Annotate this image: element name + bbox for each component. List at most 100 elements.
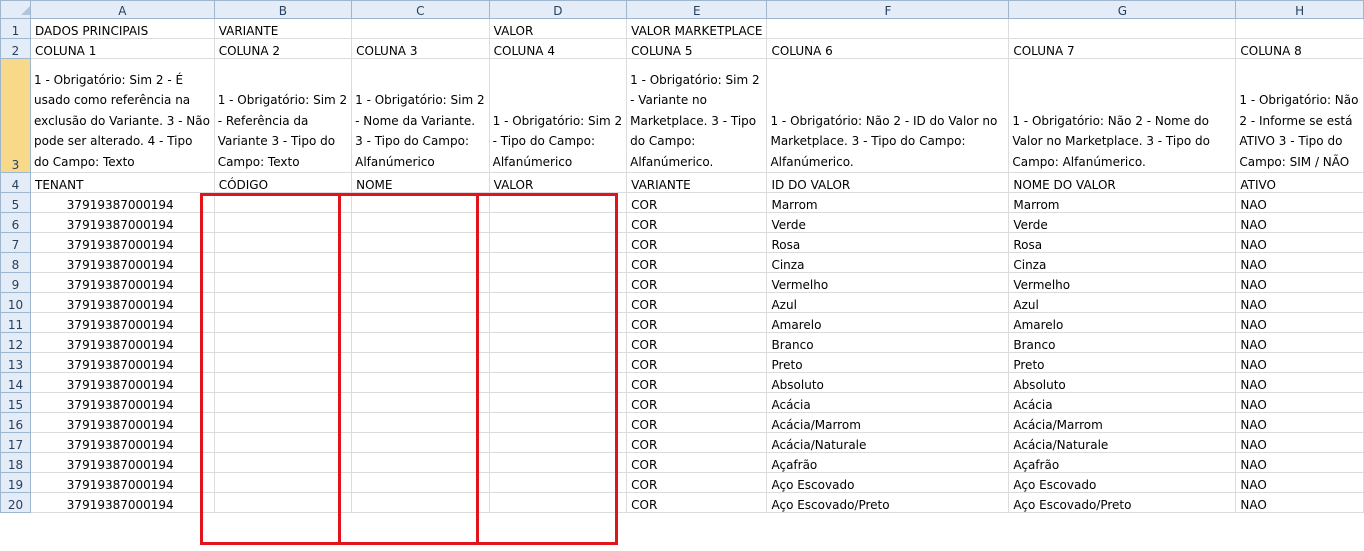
cell-tenant[interactable]: 37919387000194 xyxy=(30,412,215,433)
cell-nome-do-valor[interactable]: Açafrão xyxy=(1008,452,1237,473)
cell-nome[interactable] xyxy=(351,212,490,233)
cell-ativo[interactable]: NAO xyxy=(1235,432,1364,453)
cell-g2[interactable]: COLUNA 7 xyxy=(1008,38,1237,59)
cell-nome[interactable] xyxy=(351,412,490,433)
cell-codigo[interactable] xyxy=(213,432,353,453)
cell-f1[interactable] xyxy=(766,18,1010,39)
cell-tenant[interactable]: 37919387000194 xyxy=(30,452,215,473)
cell-valor[interactable] xyxy=(488,412,628,433)
cell-id-do-valor[interactable]: Azul xyxy=(766,292,1010,313)
cell-ativo[interactable]: NAO xyxy=(1235,332,1364,353)
cell-ativo[interactable]: NAO xyxy=(1235,352,1364,373)
cell-e1[interactable]: VALOR MARKETPLACE xyxy=(626,18,768,39)
cell-variante[interactable]: COR xyxy=(626,472,768,493)
row-header[interactable]: 1 xyxy=(0,18,31,39)
row-header[interactable]: 5 xyxy=(0,192,31,213)
cell-f3[interactable]: 1 - Obrigatório: Não 2 - ID do Valor no … xyxy=(766,58,1010,173)
cell-nome-do-valor[interactable]: Preto xyxy=(1008,352,1237,373)
cell-a1[interactable]: DADOS PRINCIPAIS xyxy=(30,18,215,39)
cell-variante[interactable]: COR xyxy=(626,252,768,273)
cell-id-do-valor[interactable]: Amarelo xyxy=(766,312,1010,333)
cell-nome-do-valor[interactable]: Amarelo xyxy=(1008,312,1237,333)
cell-tenant[interactable]: 37919387000194 xyxy=(30,252,215,273)
cell-tenant[interactable]: 37919387000194 xyxy=(30,392,215,413)
cell-id-do-valor[interactable]: Acácia xyxy=(766,392,1010,413)
row-header[interactable]: 6 xyxy=(0,212,31,233)
row-header[interactable]: 8 xyxy=(0,252,31,273)
cell-b3[interactable]: 1 - Obrigatório: Sim 2 - Referência da V… xyxy=(213,58,353,173)
cell-nome[interactable] xyxy=(351,332,490,353)
cell-c1[interactable] xyxy=(351,18,490,39)
cell-variante[interactable]: COR xyxy=(626,452,768,473)
row-header[interactable]: 2 xyxy=(0,38,31,59)
cell-tenant[interactable]: 37919387000194 xyxy=(30,332,215,353)
cell-valor[interactable] xyxy=(488,352,628,373)
column-header-d[interactable]: D xyxy=(488,0,628,19)
cell-valor[interactable] xyxy=(488,392,628,413)
cell-codigo[interactable] xyxy=(213,252,353,273)
cell-variante[interactable]: COR xyxy=(626,352,768,373)
column-header-e[interactable]: E xyxy=(626,0,768,19)
column-header-a[interactable]: A xyxy=(30,0,215,19)
cell-variante[interactable]: COR xyxy=(626,232,768,253)
cell-valor[interactable] xyxy=(488,292,628,313)
cell-h1[interactable] xyxy=(1235,18,1364,39)
cell-nome[interactable] xyxy=(351,312,490,333)
cell-ativo[interactable]: NAO xyxy=(1235,472,1364,493)
cell-variante[interactable]: COR xyxy=(626,212,768,233)
column-header-g[interactable]: G xyxy=(1008,0,1237,19)
cell-variante[interactable]: COR xyxy=(626,292,768,313)
row-header[interactable]: 16 xyxy=(0,412,31,433)
cell-codigo[interactable] xyxy=(213,372,353,393)
row-header[interactable]: 17 xyxy=(0,432,31,453)
cell-codigo[interactable] xyxy=(213,332,353,353)
cell-codigo[interactable] xyxy=(213,452,353,473)
cell-valor[interactable] xyxy=(488,492,628,513)
cell-codigo[interactable] xyxy=(213,192,353,213)
column-header-h[interactable]: H xyxy=(1235,0,1364,19)
cell-id-do-valor[interactable]: Acácia/Marrom xyxy=(766,412,1010,433)
cell-codigo[interactable] xyxy=(213,352,353,373)
cell-tenant[interactable]: 37919387000194 xyxy=(30,212,215,233)
cell-valor[interactable] xyxy=(488,312,628,333)
cell-nome-do-valor[interactable]: Acácia/Naturale xyxy=(1008,432,1237,453)
cell-valor[interactable] xyxy=(488,232,628,253)
cell-nome-do-valor[interactable]: Cinza xyxy=(1008,252,1237,273)
cell-variante[interactable]: COR xyxy=(626,492,768,513)
cell-a2[interactable]: COLUNA 1 xyxy=(30,38,215,59)
cell-nome-do-valor[interactable]: Verde xyxy=(1008,212,1237,233)
row-header[interactable]: 15 xyxy=(0,392,31,413)
cell-c3[interactable]: 1 - Obrigatório: Sim 2 - Nome da Variant… xyxy=(351,58,490,173)
cell-ativo[interactable]: NAO xyxy=(1235,312,1364,333)
cell-nome[interactable] xyxy=(351,272,490,293)
cell-ativo[interactable]: NAO xyxy=(1235,412,1364,433)
cell-tenant[interactable]: 37919387000194 xyxy=(30,492,215,513)
cell-variante[interactable]: COR xyxy=(626,392,768,413)
cell-variante[interactable]: COR xyxy=(626,272,768,293)
cell-nome[interactable] xyxy=(351,452,490,473)
cell-id-do-valor[interactable]: Acácia/Naturale xyxy=(766,432,1010,453)
cell-h2[interactable]: COLUNA 8 xyxy=(1235,38,1364,59)
cell-ativo[interactable]: NAO xyxy=(1235,192,1364,213)
cell-d3[interactable]: 1 - Obrigatório: Sim 2 - Tipo do Campo: … xyxy=(488,58,628,173)
cell-tenant[interactable]: 37919387000194 xyxy=(30,272,215,293)
cell-nome-do-valor[interactable]: Aço Escovado/Preto xyxy=(1008,492,1237,513)
cell-nome-do-valor[interactable]: Marrom xyxy=(1008,192,1237,213)
cell-nome-do-valor[interactable]: Vermelho xyxy=(1008,272,1237,293)
cell-valor[interactable] xyxy=(488,272,628,293)
cell-id-do-valor[interactable]: Branco xyxy=(766,332,1010,353)
cell-d1[interactable]: VALOR xyxy=(488,18,628,39)
cell-variante[interactable]: COR xyxy=(626,332,768,353)
cell-codigo[interactable] xyxy=(213,272,353,293)
cell-codigo[interactable] xyxy=(213,312,353,333)
cell-ativo[interactable]: NAO xyxy=(1235,272,1364,293)
cell-codigo[interactable] xyxy=(213,232,353,253)
cell-e4[interactable]: VARIANTE xyxy=(626,172,768,193)
cell-id-do-valor[interactable]: Aço Escovado/Preto xyxy=(766,492,1010,513)
cell-f4[interactable]: ID DO VALOR xyxy=(766,172,1010,193)
row-header[interactable]: 18 xyxy=(0,452,31,473)
row-header[interactable]: 14 xyxy=(0,372,31,393)
cell-nome[interactable] xyxy=(351,192,490,213)
cell-codigo[interactable] xyxy=(213,212,353,233)
cell-tenant[interactable]: 37919387000194 xyxy=(30,292,215,313)
